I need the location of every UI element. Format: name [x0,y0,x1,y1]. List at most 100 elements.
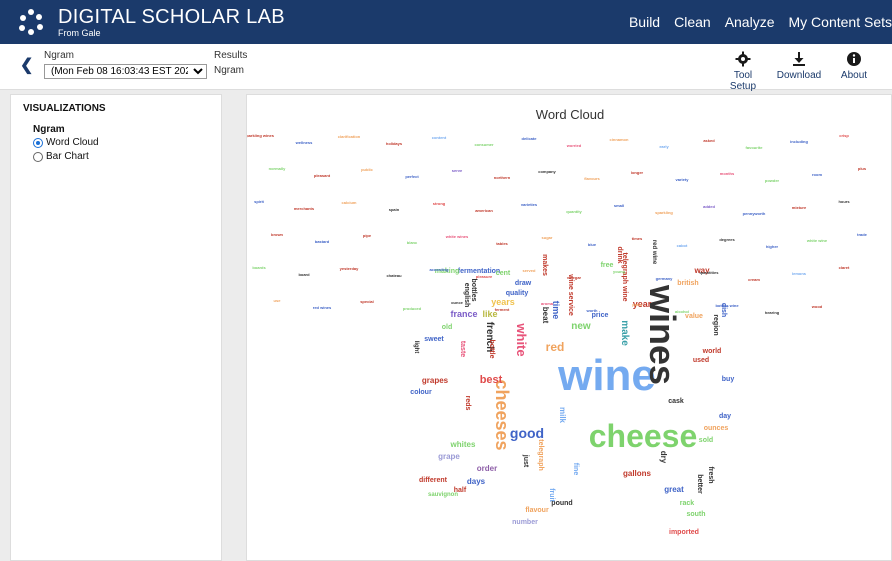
word-cloud-word: serve [452,168,463,173]
word-cloud-word: sparkling wines [247,133,275,138]
about-label: About [840,70,868,81]
word-cloud-word: cinnamon [610,137,629,142]
word-cloud-word: use [274,298,282,303]
nav-build[interactable]: Build [629,14,660,30]
run-select[interactable]: (Mon Feb 08 16:03:43 EST 2021) [44,64,207,79]
word-cloud-word: world [702,348,722,355]
word-cloud-word: hearing [765,310,780,315]
tool-setup-label: Tool Setup [729,70,757,92]
word-cloud-word: produced [403,306,422,311]
word-cloud-word: buy [722,376,735,383]
word-cloud-word: sparkling [655,210,673,215]
word-cloud-word: draw [515,280,532,287]
word-cloud-word: number [512,519,538,526]
word-cloud-word: bottle [488,339,495,358]
word-cloud-word: drink [616,246,623,263]
word-cloud-word: make [619,320,630,346]
about-button[interactable]: About [836,48,872,81]
word-cloud-word: months [720,171,735,176]
word-cloud-word: different [419,477,448,484]
logo-icon [18,9,44,35]
word-cloud-word: flavours [584,176,600,181]
word-cloud-word: milk [558,407,567,424]
word-cloud-word: day [719,413,731,420]
word-cloud-word: cream [748,277,760,282]
word-cloud-word: public [361,167,374,172]
word-cloud-word: white wines [445,234,469,239]
word-cloud-word: spirit [254,199,264,204]
word-cloud-word: degrees [719,237,735,242]
word-cloud-word: lemons [792,271,807,276]
word-cloud-word: powder [765,178,780,183]
word-cloud-word: perfect [405,174,419,179]
word-cloud-word: cheese [589,418,698,454]
download-icon [776,48,822,70]
word-cloud-word: varieties [521,202,538,207]
word-cloud-word: consumer [474,142,494,147]
word-cloud-word: added [703,204,715,209]
visualizations-panel: VISUALIZATIONS Ngram Word Cloud Bar Char… [10,94,222,561]
word-cloud-word: rack [680,500,695,507]
bar-chart-radio[interactable] [33,151,43,162]
visualization-panel: Word Cloud wine wines cheese cheeses good whi… [246,94,892,561]
word-cloud-radio[interactable] [33,137,43,148]
word-cloud-option[interactable]: Word Cloud [33,137,99,148]
word-cloud-title: Word Cloud [535,107,605,122]
word-cloud-word: quality [506,290,529,297]
word-cloud-word: young [613,269,626,274]
word-cloud-word: variety [676,177,690,182]
word-cloud-word: imported [669,529,699,536]
word-cloud-word: yesterday [340,266,359,271]
word-cloud-word: pleasant [314,173,331,178]
word-cloud-word: holidays [386,141,403,146]
results-label: Results [214,50,248,61]
word-cloud-word: great [664,485,684,494]
word-cloud-word: ounces [704,425,729,432]
word-cloud-word: boards [252,265,266,270]
download-button[interactable]: Download [776,48,822,81]
word-cloud-word: makes [541,254,548,276]
word-cloud-word: claret [839,265,850,270]
tool-setup-button[interactable]: Tool Setup [720,48,766,92]
word-cloud-word: years [491,297,515,307]
word-cloud-word: ounce [451,300,464,305]
word-cloud-word: favourite [746,145,764,150]
word-cloud-canvas: winewinescheesecheesesgoodwhite redbestne… [247,133,868,536]
word-cloud-word: dry [659,451,668,464]
word-cloud-word: cabot [677,243,688,248]
back-chevron-icon[interactable]: ❮ [20,55,33,75]
word-cloud-word: red wines [313,305,332,310]
word-cloud-word: whites [450,440,476,449]
word-cloud-word: according [429,267,449,272]
word-cloud-word: british [677,280,698,287]
tool-toolbar: ❮ Ngram (Mon Feb 08 16:03:43 EST 2021) R… [0,44,892,92]
nav-my-content-sets[interactable]: My Content Sets [789,14,892,30]
word-cloud-word: red [546,340,565,354]
word-cloud-word: taste [459,341,466,357]
word-cloud-word: delicate [522,136,538,141]
word-cloud-word: sugar [542,235,553,240]
word-cloud-word: special [360,299,374,304]
word-cloud-word: beat [541,307,550,324]
word-cloud-word: room [812,172,822,177]
word-cloud-word: france [450,309,477,319]
nav-analyze[interactable]: Analyze [725,14,775,30]
word-cloud-word: small [614,203,624,208]
word-cloud-word: wellness [295,140,313,145]
word-cloud-word: higher [766,244,779,249]
visualization-group-label: Ngram [33,124,65,135]
word-cloud-word: tables [496,241,508,246]
brand-subtitle: From Gale [58,28,101,38]
word-cloud-word: blue [588,242,597,247]
word-cloud-option-label: Word Cloud [46,137,99,148]
word-cloud-word: light [413,341,419,354]
word-cloud-word: company [538,169,556,174]
nav-clean[interactable]: Clean [674,14,711,30]
word-cloud-word: hours [838,199,850,204]
word-cloud-word: sold [699,437,713,444]
bar-chart-option[interactable]: Bar Chart [33,151,89,162]
word-cloud-word: plus [858,166,867,171]
word-cloud-word: free [601,262,614,269]
word-cloud-word: gallons [623,469,652,478]
word-cloud-word: including [790,139,808,144]
